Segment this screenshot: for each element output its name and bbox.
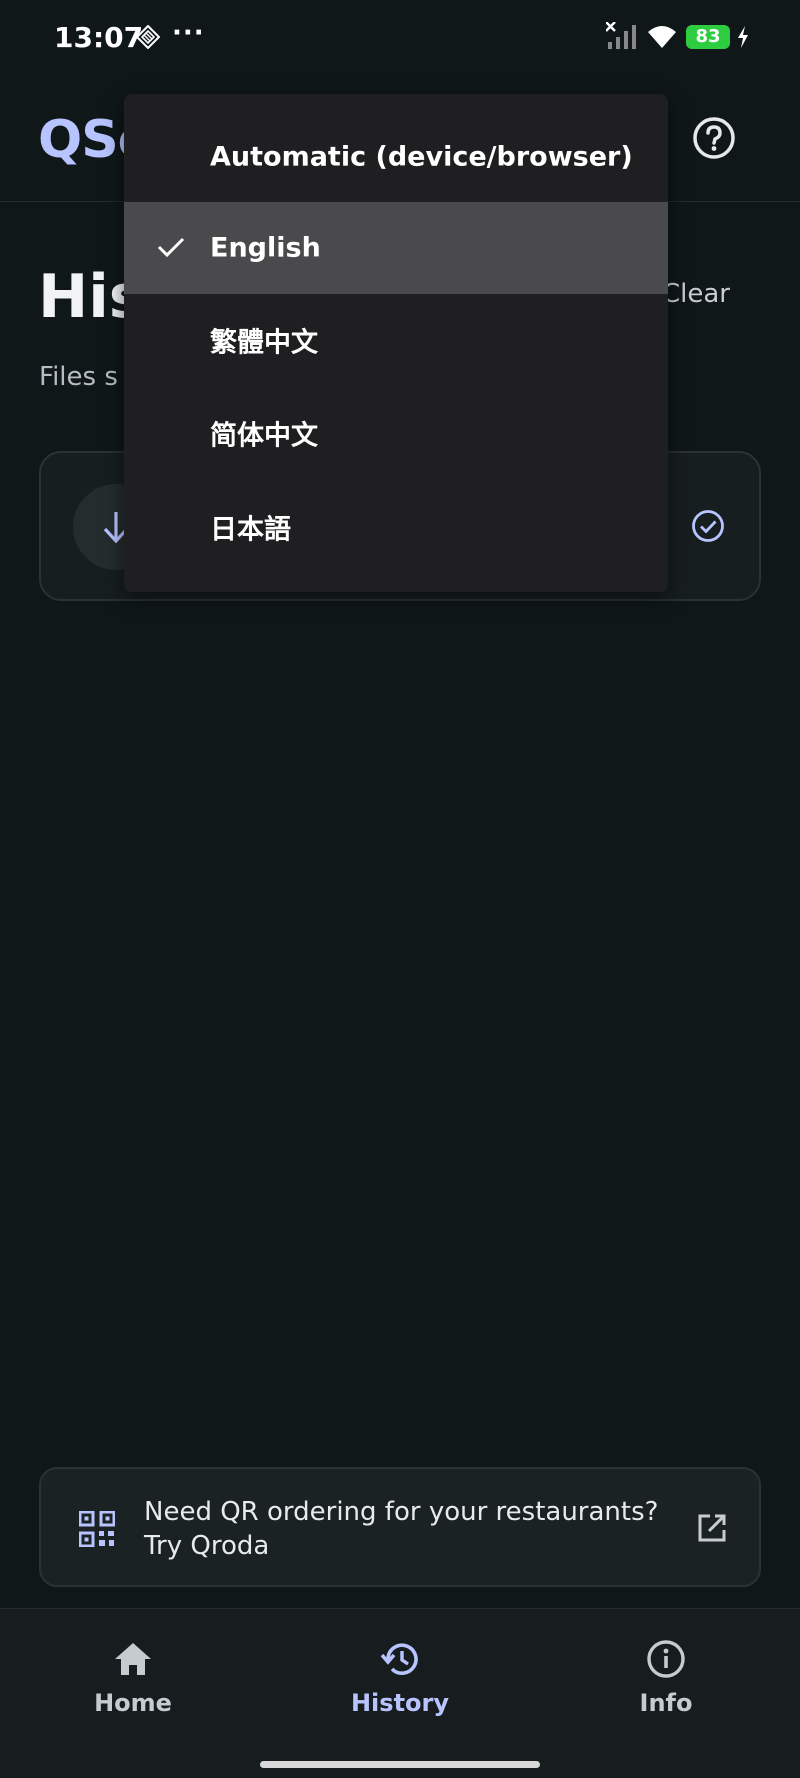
history-icon bbox=[380, 1643, 418, 1675]
menu-item-label: 简体中文 bbox=[210, 420, 318, 452]
nav-item-info[interactable]: Info bbox=[586, 1639, 746, 1717]
nav-item-home[interactable]: Home bbox=[53, 1639, 213, 1717]
check-circle-icon bbox=[691, 509, 725, 547]
info-icon bbox=[647, 1640, 685, 1678]
promo-text: Need QR ordering for your restaurants? T… bbox=[144, 1495, 658, 1563]
status-time: 13:07 bbox=[54, 21, 144, 54]
nav-label-info: Info bbox=[639, 1689, 693, 1717]
help-circle-icon[interactable] bbox=[692, 116, 736, 160]
charging-icon bbox=[736, 25, 750, 53]
menu-item-label: 日本語 bbox=[210, 514, 291, 546]
status-bar: 13:07 ··· 83 bbox=[0, 0, 800, 76]
home-indicator[interactable] bbox=[260, 1761, 540, 1768]
menu-item-label: English bbox=[210, 232, 321, 264]
wifi-icon bbox=[646, 24, 678, 54]
menu-item-english[interactable]: English bbox=[124, 202, 668, 294]
language-menu: Automatic (device/browser) English 繁體中文 … bbox=[124, 94, 668, 592]
clear-button[interactable]: Clear bbox=[662, 279, 730, 309]
menu-item-automatic[interactable]: Automatic (device/browser) bbox=[124, 111, 668, 203]
app-notification-icon bbox=[135, 24, 161, 53]
nav-label-home: Home bbox=[94, 1689, 172, 1717]
menu-item-japanese[interactable]: 日本語 bbox=[124, 481, 668, 573]
status-more-indicator: ··· bbox=[172, 18, 205, 48]
page-subtitle: Files s bbox=[39, 362, 118, 392]
promo-banner[interactable]: Need QR ordering for your restaurants? T… bbox=[39, 1467, 761, 1587]
external-link-icon[interactable] bbox=[697, 1513, 727, 1547]
signal-off-icon bbox=[605, 21, 638, 54]
menu-item-traditional-chinese[interactable]: 繁體中文 bbox=[124, 294, 668, 386]
qr-code-icon bbox=[78, 1510, 116, 1551]
home-icon bbox=[115, 1643, 151, 1675]
checkmark-icon bbox=[156, 232, 186, 269]
bottom-navigation: Home History Info bbox=[0, 1608, 800, 1778]
menu-item-label: 繁體中文 bbox=[210, 327, 318, 359]
menu-item-simplified-chinese[interactable]: 简体中文 bbox=[124, 387, 668, 479]
promo-line-2: Try Qroda bbox=[144, 1531, 270, 1561]
menu-item-label: Automatic (device/browser) bbox=[210, 141, 633, 173]
promo-line-1: Need QR ordering for your restaurants? bbox=[144, 1497, 659, 1527]
nav-item-history[interactable]: History bbox=[320, 1639, 480, 1717]
nav-label-history: History bbox=[350, 1689, 450, 1717]
battery-indicator: 83 bbox=[686, 25, 730, 49]
